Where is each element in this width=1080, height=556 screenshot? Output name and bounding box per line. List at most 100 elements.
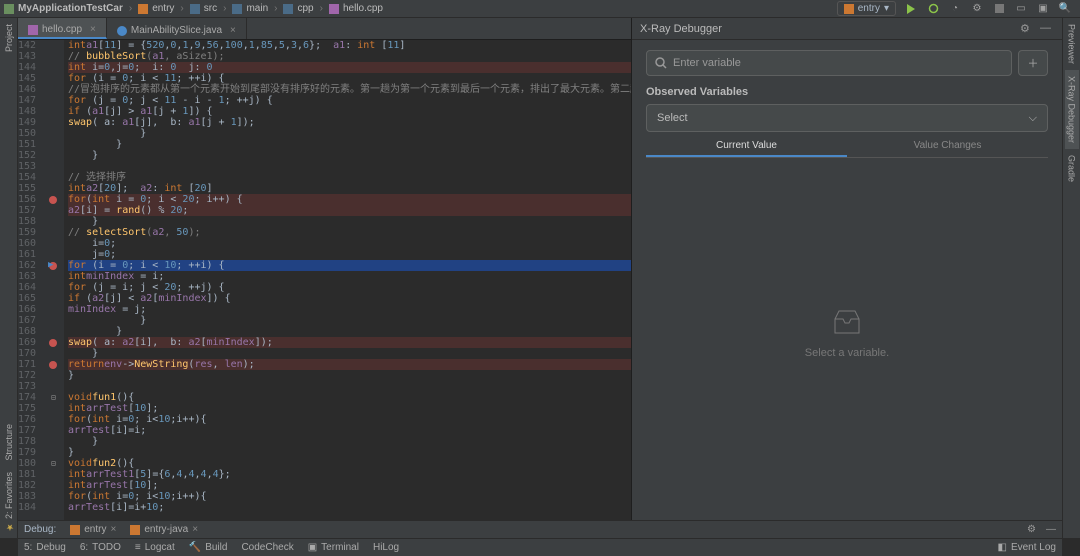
run-button[interactable] — [902, 1, 920, 17]
close-icon[interactable]: × — [90, 24, 96, 35]
left-tab-project[interactable]: Project — [2, 18, 16, 58]
code-line[interactable]: void fun2(){ — [68, 458, 631, 469]
left-tab-favorites[interactable]: ★ 2: Favorites — [2, 466, 16, 538]
right-tab-gradle[interactable]: Gradle — [1065, 149, 1079, 188]
code-line[interactable]: // 选择排序 — [68, 172, 631, 183]
panel-title: X-Ray Debugger — [640, 23, 722, 35]
minimize-icon[interactable]: — — [1046, 524, 1056, 535]
editor-tab-hello[interactable]: hello.cpp × — [18, 18, 107, 39]
gear-icon[interactable]: ⚙ — [1027, 524, 1036, 535]
code-line[interactable]: for (i = 0; i < 11; ++i) { — [68, 73, 631, 84]
close-icon[interactable]: × — [230, 25, 236, 36]
code-line[interactable]: i=0; — [68, 238, 631, 249]
bottom-tab-debug[interactable]: 5: Debug — [24, 542, 66, 553]
bottom-tab-todo[interactable]: 6: TODO — [80, 542, 121, 553]
event-log-button[interactable]: ◧ Event Log — [998, 542, 1057, 553]
code-line[interactable]: } — [68, 150, 631, 161]
run-config-selector[interactable]: entry ▾ — [837, 1, 896, 16]
gear-icon[interactable]: ⚙ — [1020, 22, 1034, 36]
code-line[interactable]: if (a2[j] < a2[minIndex]) { — [68, 293, 631, 304]
left-tab-structure[interactable]: Structure — [2, 418, 16, 467]
breadcrumb-main: main — [246, 3, 268, 14]
device-manager-button[interactable]: ▣ — [1034, 1, 1052, 17]
breadcrumb[interactable]: MyApplicationTestCar › entry › src › mai… — [4, 3, 383, 14]
debug-session-entry[interactable]: entry × — [70, 524, 116, 535]
code-line[interactable]: int minIndex = i; — [68, 271, 631, 282]
code-line[interactable]: swap( a: a1[j], b: a1[j + 1]); — [68, 117, 631, 128]
debug-button[interactable] — [924, 1, 942, 17]
bottom-tab-terminal[interactable]: ▣ Terminal — [308, 542, 359, 553]
code-line[interactable]: } — [68, 216, 631, 227]
code-line[interactable]: for (j = 0; j < 11 - i - 1; ++j) { — [68, 95, 631, 106]
code-line[interactable]: minIndex = j; — [68, 304, 631, 315]
code-line[interactable]: int a1[11] = {520,0,1,9,56,100,1,85,5,3,… — [68, 40, 631, 51]
code-line[interactable]: //冒泡排序的元素都从第一个元素开始到尾部没有排序好的元素。第一趟为第一个元素到… — [68, 84, 631, 95]
minimize-icon[interactable]: — — [1040, 22, 1054, 36]
code-line[interactable]: } — [68, 139, 631, 150]
variable-search-input[interactable]: Enter variable — [646, 50, 1012, 76]
bottom-tab-hilog[interactable]: HiLog — [373, 542, 399, 553]
code-line[interactable]: // bubbleSort(a1, aSize1); — [68, 51, 631, 62]
code-line[interactable]: } — [68, 315, 631, 326]
editor-tab-slice[interactable]: MainAbilitySlice.java × — [107, 18, 247, 39]
code-line[interactable]: int a2[20]; a2: int [20] — [68, 183, 631, 194]
code-line[interactable]: for(int i=0; i<10;i++){ — [68, 491, 631, 502]
fold-icon[interactable]: ⊟ — [51, 392, 56, 403]
code-line[interactable]: } — [68, 370, 631, 381]
breakpoint-icon[interactable] — [49, 361, 57, 369]
editor-tab-label: hello.cpp — [42, 24, 82, 35]
code-line[interactable]: void fun1(){ — [68, 392, 631, 403]
code-line[interactable]: int arrTest1[5]={6,4,4,4,4}; — [68, 469, 631, 480]
bottom-tab-build[interactable]: 🔨 Build — [189, 542, 228, 553]
code-editor: hello.cpp × MainAbilitySlice.java × 1421… — [18, 18, 632, 520]
code-line[interactable]: } — [68, 128, 631, 139]
coverage-button[interactable]: ◔ — [946, 1, 964, 17]
breakpoint-icon[interactable] — [49, 339, 57, 347]
fold-icon[interactable]: ⊟ — [51, 458, 56, 469]
select-label: Select — [657, 112, 688, 124]
code-line[interactable]: // selectSort(a2, 50); — [68, 227, 631, 238]
code-line[interactable]: int i=0,j=0; i: 0 j: 0 — [68, 62, 631, 73]
search-everywhere-button[interactable]: 🔍 — [1056, 1, 1074, 17]
code-line[interactable]: } — [68, 348, 631, 359]
code-line[interactable]: int arrTest[10]; — [68, 480, 631, 491]
bottom-tab-codecheck[interactable]: CodeCheck — [241, 542, 293, 553]
variable-select[interactable]: Select ⌵ — [646, 104, 1048, 132]
code-line[interactable]: if (a1[j] > a1[j + 1]) { — [68, 106, 631, 117]
subtab-value-changes[interactable]: Value Changes — [847, 134, 1048, 157]
sync-button[interactable]: ▭ — [1012, 1, 1030, 17]
right-tab-xray-debugger[interactable]: X-Ray Debugger — [1065, 70, 1079, 149]
code-line[interactable]: } — [68, 436, 631, 447]
code-line[interactable]: arrTest[i]=i; — [68, 425, 631, 436]
code-line[interactable]: swap( a: a2[i], b: a2[minIndex]); — [68, 337, 631, 348]
add-variable-button[interactable]: ＋ — [1018, 50, 1048, 76]
left-tool-strip: Project Structure ★ 2: Favorites — [0, 18, 18, 538]
breadcrumb-src: src — [204, 3, 217, 14]
stop-button[interactable] — [990, 1, 1008, 17]
bottom-tab-logcat[interactable]: ≡ Logcat — [135, 542, 175, 553]
code-line[interactable]: } — [68, 326, 631, 337]
code-line[interactable]: int arrTest[10]; — [68, 403, 631, 414]
code-line[interactable]: for (i = 0; i < 10; ++i) { — [68, 260, 631, 271]
top-navbar: MyApplicationTestCar › entry › src › mai… — [0, 0, 1080, 18]
search-icon — [655, 57, 667, 69]
code-line[interactable]: for(int i=0; i<10;i++){ — [68, 414, 631, 425]
code-line[interactable]: arrTest[i]=i+10; — [68, 502, 631, 513]
code-line[interactable]: j=0; — [68, 249, 631, 260]
breakpoint-icon[interactable] — [49, 196, 57, 204]
code-line[interactable] — [68, 381, 631, 392]
code-line[interactable]: for(int i = 0; i < 20; i++) { — [68, 194, 631, 205]
profile-button[interactable]: ⚙ — [968, 1, 986, 17]
current-line-arrow-icon: ▶ — [48, 260, 53, 271]
code-line[interactable]: return env->NewString(res, len); — [68, 359, 631, 370]
code-line[interactable]: for (j = i; j < 20; ++j) { — [68, 282, 631, 293]
subtab-current-value[interactable]: Current Value — [646, 134, 847, 157]
debug-session-entry-java[interactable]: entry-java × — [130, 524, 198, 535]
right-tab-previewer[interactable]: Previewer — [1065, 18, 1079, 70]
editor-tab-label: MainAbilitySlice.java — [131, 25, 222, 36]
code-line[interactable]: } — [68, 447, 631, 458]
code-line[interactable] — [68, 161, 631, 172]
empty-state: Select a variable. — [646, 158, 1048, 510]
code-line[interactable]: a2[i] = rand() % 20; — [68, 205, 631, 216]
code-area[interactable]: 1421431441451461471481491501511521531541… — [18, 40, 631, 520]
